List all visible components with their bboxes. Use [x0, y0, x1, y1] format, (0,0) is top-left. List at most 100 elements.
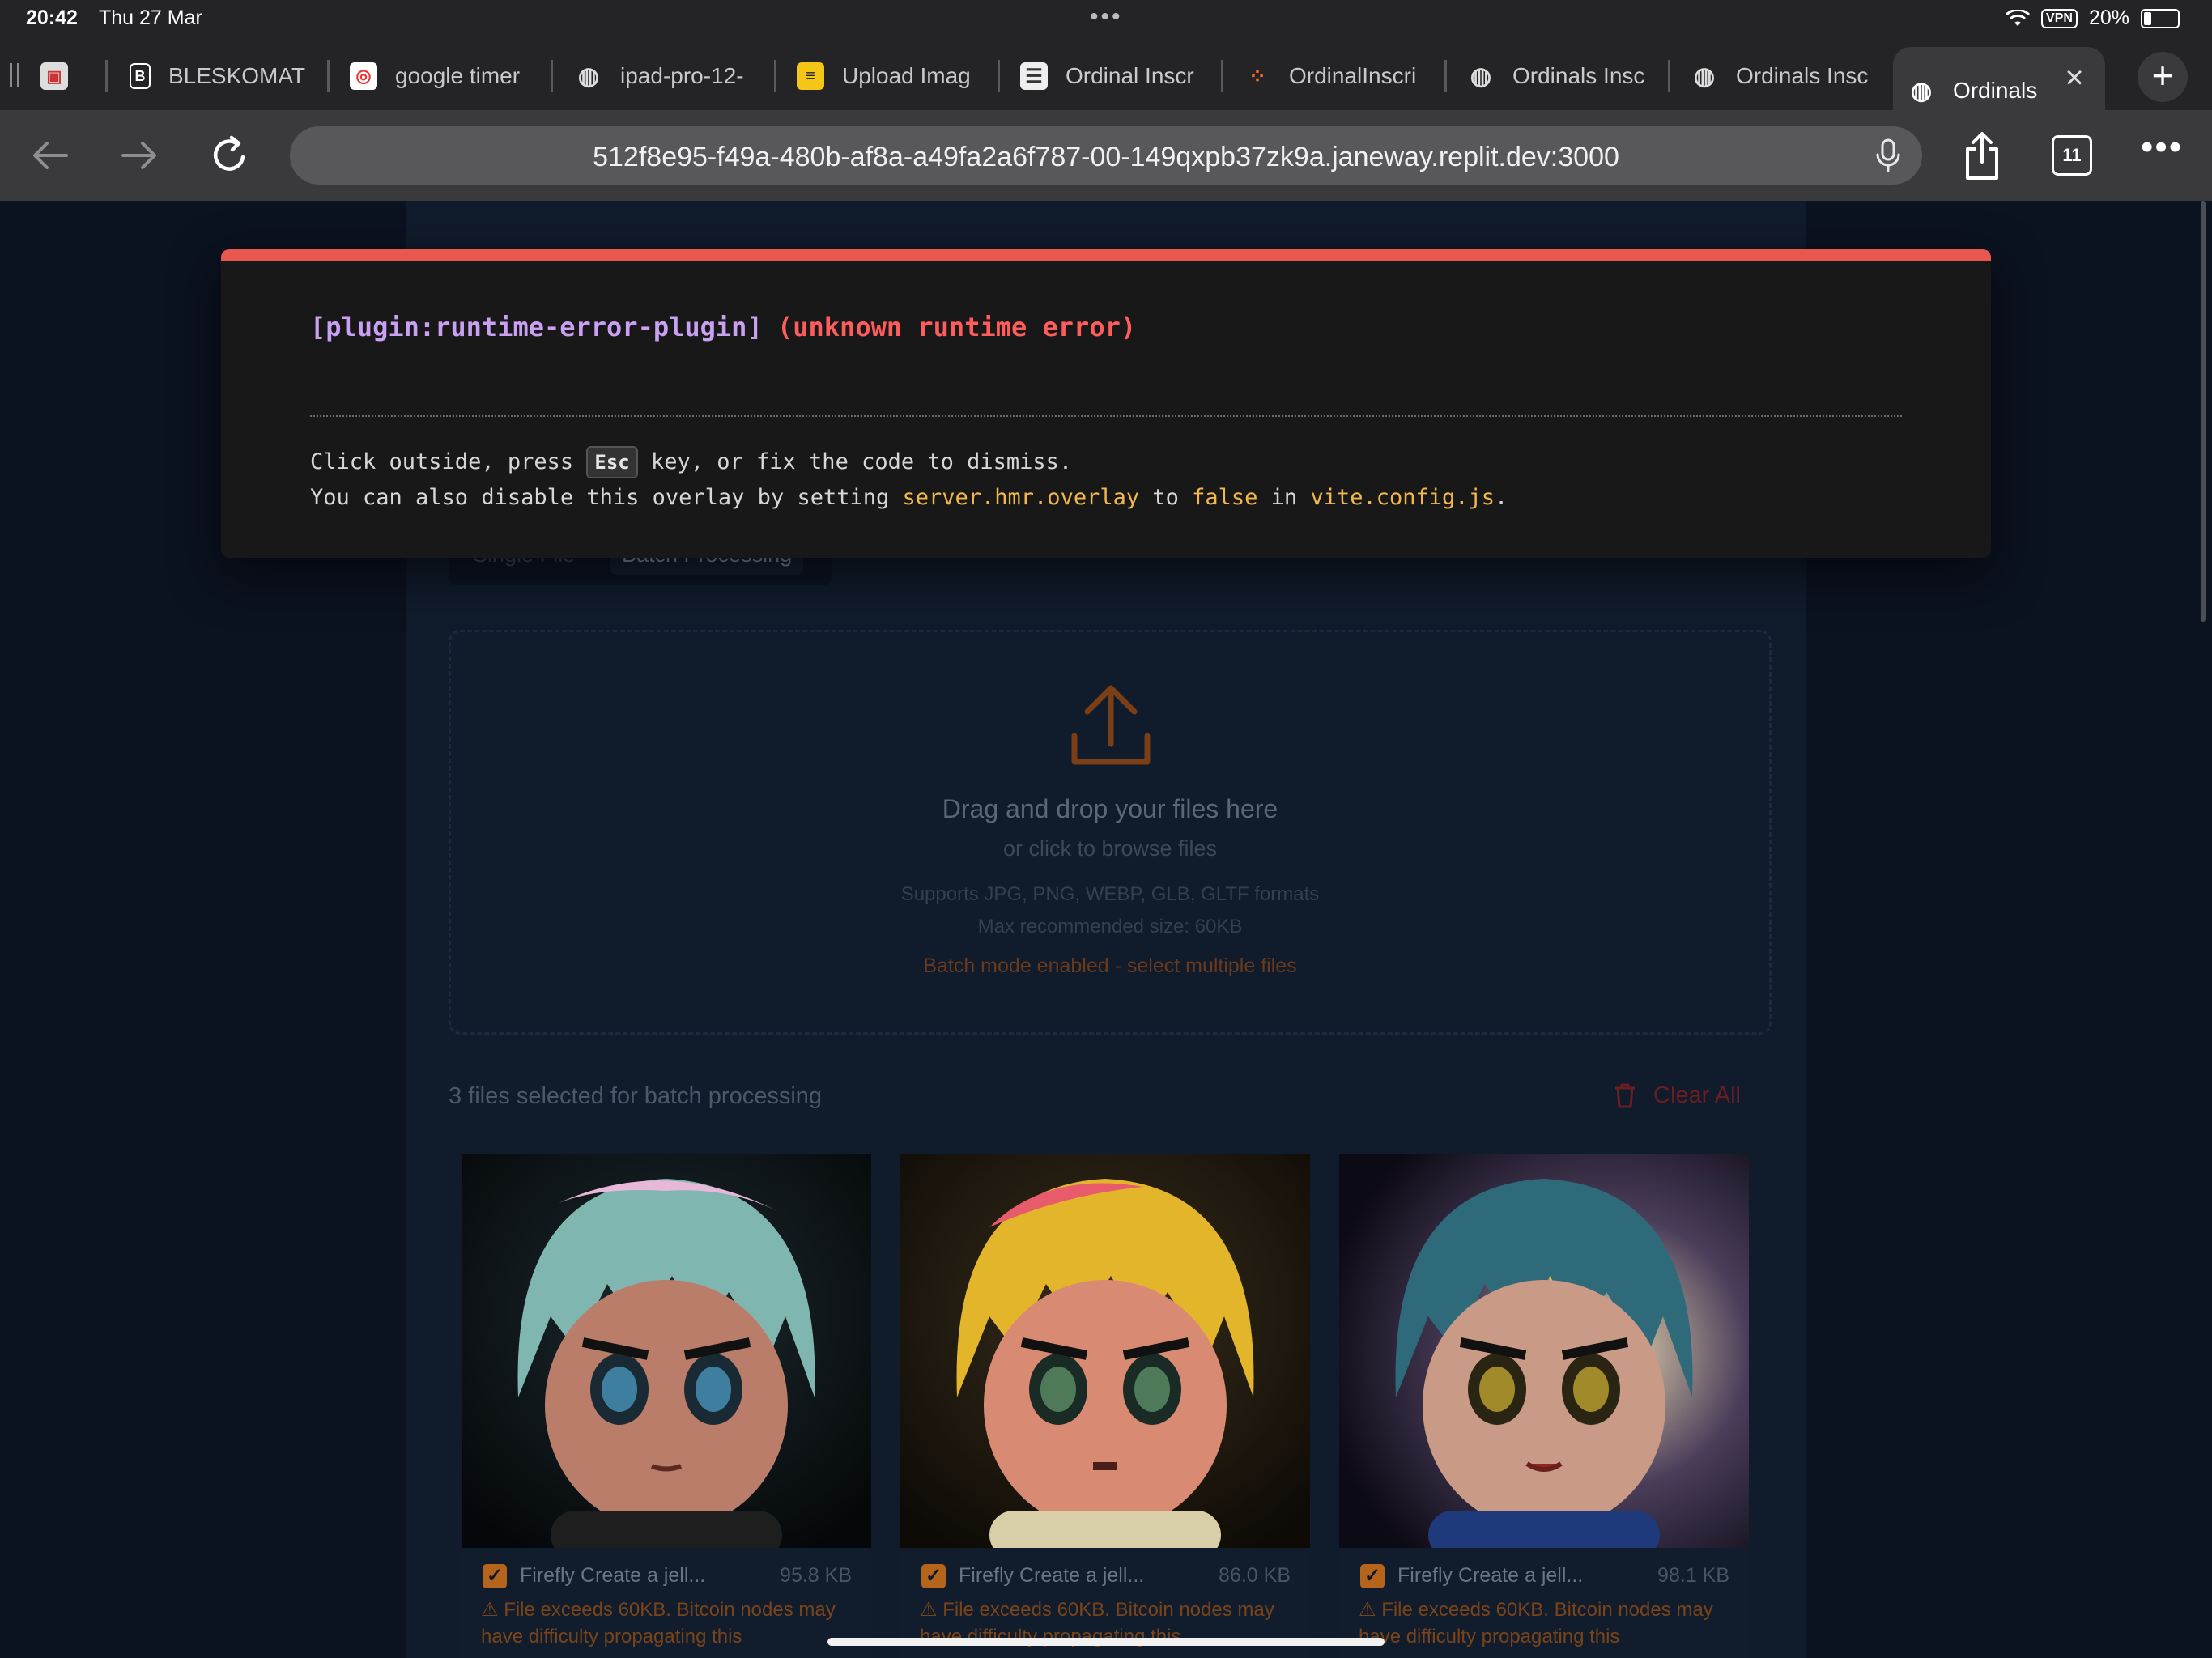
file-info: ✓ Firefly Create a jell... 98.1 KB ⚠ Fil…: [1339, 1548, 1749, 1658]
tab-6-label: Ordinal Inscr: [1066, 63, 1194, 88]
wifi-icon: [2006, 9, 2031, 26]
file-card[interactable]: ✓ Firefly Create a jell... 86.0 KB ⚠ Fil…: [900, 1154, 1310, 1658]
tab-9-label: Ordinals Insc: [1736, 63, 1869, 88]
checkbox-icon[interactable]: ✓: [921, 1564, 946, 1588]
multitasking-dots-icon[interactable]: •••: [1090, 3, 1123, 31]
tab-4[interactable]: ◍ ipad-pro-12-: [575, 55, 753, 97]
tip-text: .: [1495, 485, 1508, 510]
url-text: 512f8e95-f49a-480b-af8a-a49fa2a6f787-00-…: [593, 142, 1619, 172]
error-message: (unknown runtime error): [777, 312, 1137, 342]
file-size: 95.8 KB: [780, 1564, 852, 1587]
dropzone-title: Drag and drop your files here: [942, 794, 1278, 823]
page-scrollbar[interactable]: [2201, 201, 2206, 622]
address-bar[interactable]: 512f8e95-f49a-480b-af8a-a49fa2a6f787-00-…: [290, 126, 1922, 185]
clear-all-button[interactable]: Clear All: [1613, 1082, 1741, 1109]
warning-icon: ⚠: [1359, 1599, 1382, 1621]
home-indicator[interactable]: [827, 1638, 1385, 1646]
tab-divider: [1221, 60, 1223, 92]
globe-icon: ◍: [1693, 62, 1716, 90]
back-arrow-icon[interactable]: [28, 133, 73, 178]
tab-divider: [105, 60, 108, 92]
battery-icon: [2141, 8, 2180, 28]
reload-icon[interactable]: [207, 133, 253, 178]
status-time: 20:42: [26, 6, 78, 29]
tab-divider: [1444, 60, 1447, 92]
tip-text: You can also disable this overlay by set…: [310, 485, 903, 510]
config-file: vite.config.js: [1310, 485, 1495, 510]
tip-text: to: [1139, 485, 1193, 510]
document-icon: ☰: [1020, 62, 1048, 90]
dropzone-formats: Supports JPG, PNG, WEBP, GLB, GLTF forma…: [900, 883, 1320, 905]
warning-icon: ⚠: [920, 1599, 943, 1621]
tab-divider: [774, 60, 776, 92]
vpn-badge: VPN: [2041, 8, 2078, 28]
tab-3[interactable]: ◎ google timer: [350, 55, 528, 97]
battery-percent: 20%: [2088, 6, 2129, 29]
tab-2[interactable]: B BLESKOMAT: [130, 55, 308, 97]
file-dropzone[interactable]: Drag and drop your files here or click t…: [449, 630, 1772, 1035]
file-preview-image: [900, 1154, 1310, 1548]
globe-icon: ◍: [577, 62, 600, 90]
document-b-icon: B: [130, 63, 151, 89]
status-bar: 20:42 Thu 27 Mar ••• VPN 20%: [0, 0, 2212, 40]
tab-divider: [327, 60, 330, 92]
tab-7[interactable]: ⁘ OrdinalInscri: [1244, 55, 1423, 97]
globe-icon: ◍: [1470, 62, 1492, 90]
forward-arrow-icon[interactable]: [117, 133, 162, 178]
warning-text: File exceeds 60KB. Bitcoin nodes may hav…: [481, 1599, 836, 1647]
tip-text: Click outside, press: [310, 449, 587, 474]
file-name: Firefly Create a jell...: [1397, 1564, 1584, 1587]
file-card[interactable]: ✓ Firefly Create a jell... 98.1 KB ⚠ Fil…: [1339, 1154, 1749, 1658]
checkbox-icon[interactable]: ✓: [483, 1564, 507, 1588]
error-divider: [310, 415, 1902, 417]
tip-text: key, or fix the code to dismiss.: [637, 449, 1073, 474]
file-name: Firefly Create a jell...: [959, 1564, 1145, 1587]
tab-7-label: OrdinalInscri: [1289, 63, 1417, 88]
target-icon: ◎: [350, 62, 377, 90]
trash-icon: [1615, 1083, 1635, 1108]
share-icon[interactable]: [1959, 130, 2005, 181]
close-tab-icon[interactable]: ×: [2058, 62, 2091, 94]
tab-overview-button[interactable]: 11: [2052, 135, 2092, 176]
tab-2-label: BLESKOMAT: [168, 63, 306, 88]
file-size: 86.0 KB: [1219, 1564, 1291, 1587]
warning-icon: ⚠: [481, 1599, 504, 1621]
image-icon: ▣: [40, 62, 68, 90]
vite-error-overlay[interactable]: [plugin:runtime-error-plugin] (unknown r…: [221, 249, 1991, 558]
tab-8[interactable]: ◍ Ordinals Insc: [1467, 55, 1647, 97]
ordinal-icon: ⁘: [1249, 63, 1266, 88]
batch-count-text: 3 files selected for batch processing: [449, 1083, 823, 1109]
sidebar-toggle-icon[interactable]: [8, 62, 23, 89]
tab-active-label: Ordinals: [1953, 78, 2038, 103]
new-tab-button[interactable]: +: [2138, 52, 2188, 102]
checkbox-icon[interactable]: ✓: [1360, 1564, 1385, 1588]
tab-active-content: ◍ Ordinals: [1908, 70, 2037, 112]
file-card[interactable]: ✓ Firefly Create a jell... 95.8 KB ⚠ Fil…: [462, 1154, 871, 1658]
microphone-icon[interactable]: [1872, 138, 1904, 173]
tab-bar: ▣ B BLESKOMAT ◎ google timer ◍ ipad-pro-…: [0, 40, 2212, 110]
upload-icon: [1071, 685, 1151, 765]
tab-5-label: Upload Imag: [842, 63, 971, 88]
error-plugin-name: [plugin:runtime-error-plugin]: [310, 312, 763, 342]
esc-key-badge: Esc: [586, 446, 638, 478]
warning-text: File exceeds 60KB. Bitcoin nodes may hav…: [1359, 1599, 1713, 1647]
globe-icon: ◍: [1910, 77, 1933, 104]
tab-divider: [1668, 60, 1670, 92]
tip-text: in: [1257, 485, 1311, 510]
tab-active[interactable]: ◍ Ordinals ×: [1893, 47, 2105, 110]
dismiss-tip: Click outside, press Esc key, or fix the…: [310, 446, 1072, 478]
tab-9[interactable]: ◍ Ordinals Insc: [1691, 55, 1870, 97]
dropzone-batch-note: Batch mode enabled - select multiple fil…: [923, 954, 1297, 977]
file-name: Firefly Create a jell...: [520, 1564, 706, 1587]
stack-icon: ≡: [797, 62, 824, 90]
tab-divider: [551, 60, 553, 92]
tab-6[interactable]: ☰ Ordinal Inscr: [1020, 55, 1200, 97]
tab-1[interactable]: ▣: [40, 55, 105, 97]
tab-5[interactable]: ≡ Upload Imag: [797, 55, 975, 97]
more-options-icon[interactable]: •••: [2141, 130, 2181, 172]
clear-all-label: Clear All: [1653, 1082, 1741, 1108]
tab-4-label: ipad-pro-12-: [620, 63, 744, 88]
disable-tip: You can also disable this overlay by set…: [310, 485, 1508, 510]
tab-8-label: Ordinals Insc: [1512, 63, 1645, 88]
dropzone-max-size: Max recommended size: 60KB: [977, 916, 1243, 937]
